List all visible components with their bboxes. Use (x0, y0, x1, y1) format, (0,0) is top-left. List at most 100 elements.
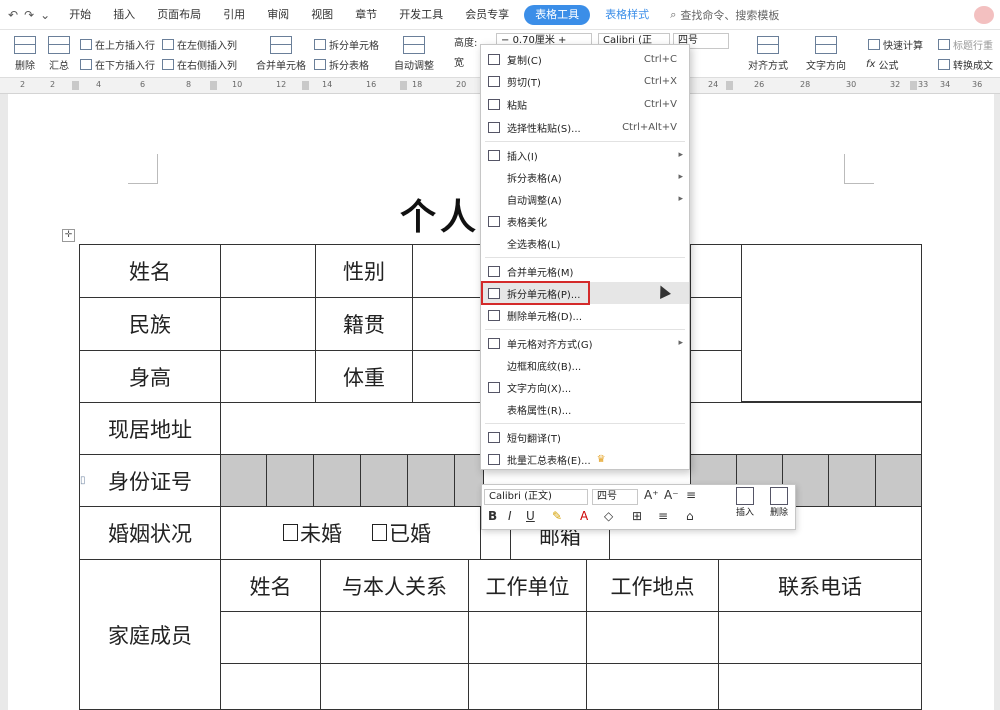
align-center-icon[interactable]: ≡ (658, 509, 668, 523)
delete-button[interactable]: 删除 (14, 36, 36, 72)
menu-item-merge-cells[interactable]: 合并单元格(M) (481, 260, 689, 282)
ruler-column-marker[interactable] (210, 81, 217, 90)
highlight-icon[interactable]: ✎ (552, 509, 562, 523)
tab-page-layout[interactable]: 页面布局 (146, 0, 212, 30)
insert-col-right-button[interactable]: 在右侧插入列 (162, 57, 237, 72)
married-option[interactable]: 已婚 (372, 518, 431, 548)
insert-row-above-button[interactable]: 在上方插入行 (80, 37, 155, 52)
menu-item-copy[interactable]: 复制(C) Ctrl+C (481, 48, 689, 70)
command-search[interactable]: ⌕ 查找命令、搜索模板 (660, 7, 779, 23)
cell-marital-options: 未婚 已婚 (220, 506, 481, 560)
menu-item-paste-special[interactable]: 选择性粘贴(S)... Ctrl+Alt+V (481, 116, 689, 138)
bold-icon[interactable]: B (488, 509, 497, 523)
ruler-column-marker[interactable] (910, 81, 917, 90)
menu-item-select-table[interactable]: 全选表格(L) (481, 232, 689, 254)
tab-chapter[interactable]: 章节 (344, 0, 388, 30)
summary-button[interactable]: 汇总 (48, 36, 70, 72)
cell-id-digit[interactable] (828, 454, 876, 507)
insert-col-left-button[interactable]: 在左侧插入列 (162, 37, 237, 52)
cell-id-digit[interactable] (407, 454, 455, 507)
cell-blank[interactable] (690, 350, 742, 403)
menu-item-delete-cells[interactable]: 删除单元格(D)... (481, 304, 689, 326)
tab-review[interactable]: 审阅 (256, 0, 300, 30)
undo-icon[interactable]: ↶ (8, 8, 18, 22)
ruler-column-marker[interactable] (726, 81, 733, 90)
menu-item-insert[interactable]: 插入(I) ▸ (481, 144, 689, 166)
family-cell[interactable] (718, 663, 922, 710)
table-move-handle[interactable]: ✛ (62, 229, 75, 242)
mini-font-select[interactable]: Calibri (正文) (484, 489, 588, 505)
ruler-column-marker[interactable] (72, 81, 79, 90)
mini-size-select[interactable]: 四号 (592, 489, 638, 505)
avatar[interactable] (974, 6, 994, 24)
family-cell[interactable] (320, 611, 469, 664)
cell-id-digit[interactable] (360, 454, 408, 507)
tab-developer[interactable]: 开发工具 (388, 0, 454, 30)
menu-item-translate[interactable]: 短句翻译(T) (481, 426, 689, 448)
tab-insert[interactable]: 插入 (102, 0, 146, 30)
mini-insert-button[interactable]: 插入 (730, 487, 760, 518)
insert-row-below-button[interactable]: 在下方插入行 (80, 57, 155, 72)
underline-icon[interactable]: U (526, 509, 535, 523)
menu-item-beautify[interactable]: 表格美化 (481, 210, 689, 232)
family-cell[interactable] (586, 663, 719, 710)
menu-item-text-direction[interactable]: 文字方向(X)... (481, 376, 689, 398)
cell-id-digit[interactable] (313, 454, 361, 507)
format-painter-icon[interactable]: ⌂ (686, 509, 694, 523)
cell-id-digit[interactable] (875, 454, 922, 507)
cell-address-value[interactable] (690, 402, 922, 455)
family-cell[interactable] (468, 663, 587, 710)
split-table-button[interactable]: 拆分表格 (314, 57, 369, 72)
tab-member[interactable]: 会员专享 (454, 0, 520, 30)
title-row-button[interactable]: 标题行重 (938, 37, 993, 52)
tab-view[interactable]: 视图 (300, 0, 344, 30)
cell-ethnicity-value[interactable] (220, 297, 316, 351)
chevron-down-icon[interactable]: ⌄ (40, 8, 50, 22)
cell-photo[interactable] (741, 244, 922, 402)
formula-button[interactable]: fx 公式 (866, 57, 898, 72)
quick-calc-button[interactable]: 快速计算 (868, 37, 923, 52)
font-color-icon[interactable]: A (580, 509, 588, 523)
cell-blank[interactable] (690, 244, 742, 298)
cell-id-digit[interactable] (220, 454, 267, 507)
menu-item-table-properties[interactable]: 表格属性(R)... (481, 398, 689, 420)
cell-id-digit[interactable] (266, 454, 314, 507)
family-cell[interactable] (468, 611, 587, 664)
shrink-font-icon[interactable]: A⁻ (664, 488, 679, 502)
split-cell-button[interactable]: 拆分单元格 (314, 37, 379, 52)
menu-item-cut[interactable]: 剪切(T) Ctrl+X (481, 70, 689, 92)
convert-button[interactable]: 转换成文 (938, 57, 993, 72)
menu-item-autofit[interactable]: 自动调整(A) ▸ (481, 188, 689, 210)
autofit-button[interactable]: 自动调整 (394, 36, 434, 72)
mini-delete-button[interactable]: 删除 (764, 487, 794, 518)
text-direction-button[interactable]: 文字方向 (806, 36, 846, 72)
ruler-column-marker[interactable] (302, 81, 309, 90)
cell-name-value[interactable] (220, 244, 316, 298)
family-cell[interactable] (320, 663, 469, 710)
family-cell[interactable] (220, 663, 321, 710)
unmarried-option[interactable]: 未婚 (283, 518, 342, 548)
align-button[interactable]: 对齐方式 (748, 36, 788, 72)
tab-home[interactable]: 开始 (58, 0, 102, 30)
shading-icon[interactable]: ◇ (604, 509, 613, 523)
cell-blank[interactable] (690, 297, 742, 351)
merge-cells-button[interactable]: 合并单元格 (256, 36, 306, 72)
redo-icon[interactable]: ↷ (24, 8, 34, 22)
italic-icon[interactable]: I (508, 509, 512, 523)
menu-item-cell-align[interactable]: 单元格对齐方式(G) ▸ (481, 332, 689, 354)
tab-table-style[interactable]: 表格样式 (594, 0, 660, 30)
cell-height-value[interactable] (220, 350, 316, 403)
family-cell[interactable] (718, 611, 922, 664)
grow-font-icon[interactable]: A⁺ (644, 488, 659, 502)
menu-item-batch-summary[interactable]: 批量汇总表格(E)... ♛ (481, 448, 689, 470)
family-cell[interactable] (586, 611, 719, 664)
border-icon[interactable]: ⊞ (632, 509, 642, 523)
menu-item-borders[interactable]: 边框和底纹(B)... (481, 354, 689, 376)
tab-references[interactable]: 引用 (212, 0, 256, 30)
line-spacing-icon[interactable]: ≡ (686, 488, 696, 502)
family-cell[interactable] (220, 611, 321, 664)
tab-table-tools[interactable]: 表格工具 (524, 4, 591, 25)
ruler-column-marker[interactable] (400, 81, 407, 90)
menu-item-paste[interactable]: 粘贴 Ctrl+V (481, 93, 689, 115)
menu-item-split-table[interactable]: 拆分表格(A) ▸ (481, 166, 689, 188)
